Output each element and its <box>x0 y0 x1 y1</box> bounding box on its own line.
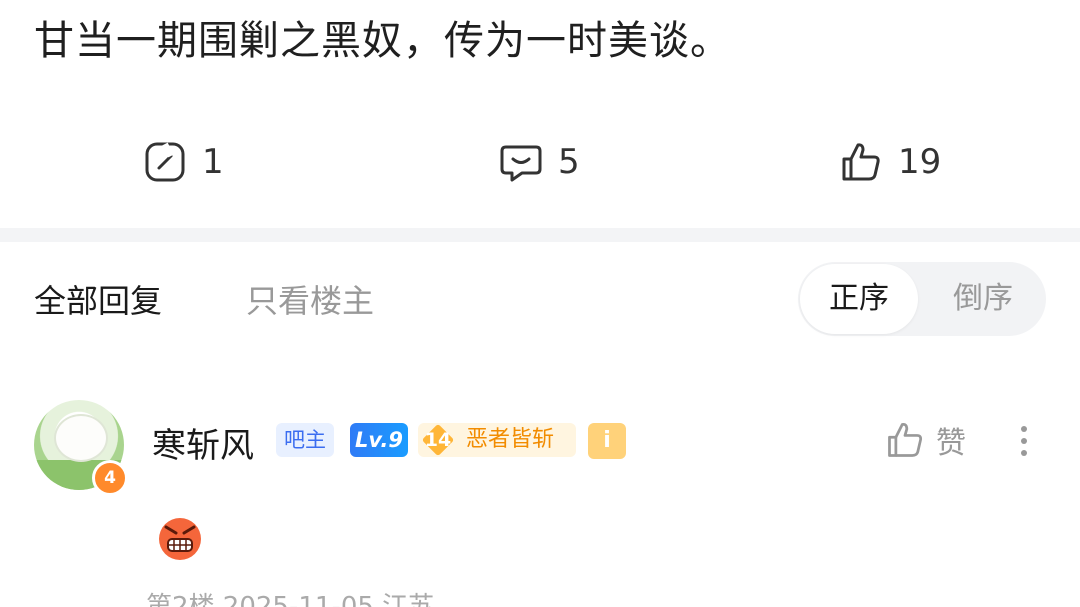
title-badge[interactable]: 14 恶者皆斩 <box>418 423 576 457</box>
post-text: 甘当一期围剿之黑奴，传为一时美谈。 <box>34 18 731 64</box>
angry-emoji-icon <box>159 518 201 560</box>
reply-like-button[interactable]: 赞 <box>884 418 966 462</box>
share-icon <box>145 142 185 182</box>
sort-desc-button[interactable]: 倒序 <box>922 262 1044 336</box>
info-badge[interactable]: i <box>588 423 626 459</box>
comment-count: 5 <box>558 142 580 182</box>
reply-like-label: 赞 <box>936 426 966 461</box>
avatar-level-badge: 4 <box>92 460 128 496</box>
section-divider <box>0 228 1080 242</box>
thumbs-up-icon <box>842 143 880 181</box>
reply-meta: 第2楼 2025-11-05 江苏 <box>146 592 435 607</box>
more-vertical-icon[interactable] <box>1010 420 1038 468</box>
avatar-figure <box>54 414 108 462</box>
sort-order-toggle: 正序 倒序 <box>798 262 1046 336</box>
comment-icon <box>500 145 542 182</box>
like-count: 19 <box>898 142 942 182</box>
title-badge-level: 14 <box>424 429 452 451</box>
reply-username[interactable]: 寒斩风 <box>152 418 254 467</box>
tab-all-replies[interactable]: 全部回复 <box>34 276 162 322</box>
post-action-bar: 1 5 19 <box>0 130 1080 194</box>
owner-badge: 吧主 <box>276 423 334 457</box>
comment-button[interactable]: 5 <box>498 130 580 194</box>
share-button[interactable]: 1 <box>142 130 224 194</box>
level-badge: Lv.9 <box>350 423 408 457</box>
share-count: 1 <box>202 142 224 182</box>
title-badge-text: 恶者皆斩 <box>466 427 555 452</box>
post-like-button[interactable]: 19 <box>838 130 941 194</box>
thumbs-up-icon <box>888 422 923 457</box>
sort-asc-button[interactable]: 正序 <box>800 264 918 334</box>
page: 甘当一期围剿之黑奴，传为一时美谈。 1 5 19 全部回复 只看楼主 正序 倒序… <box>0 0 1080 607</box>
tab-op-only[interactable]: 只看楼主 <box>246 276 374 322</box>
